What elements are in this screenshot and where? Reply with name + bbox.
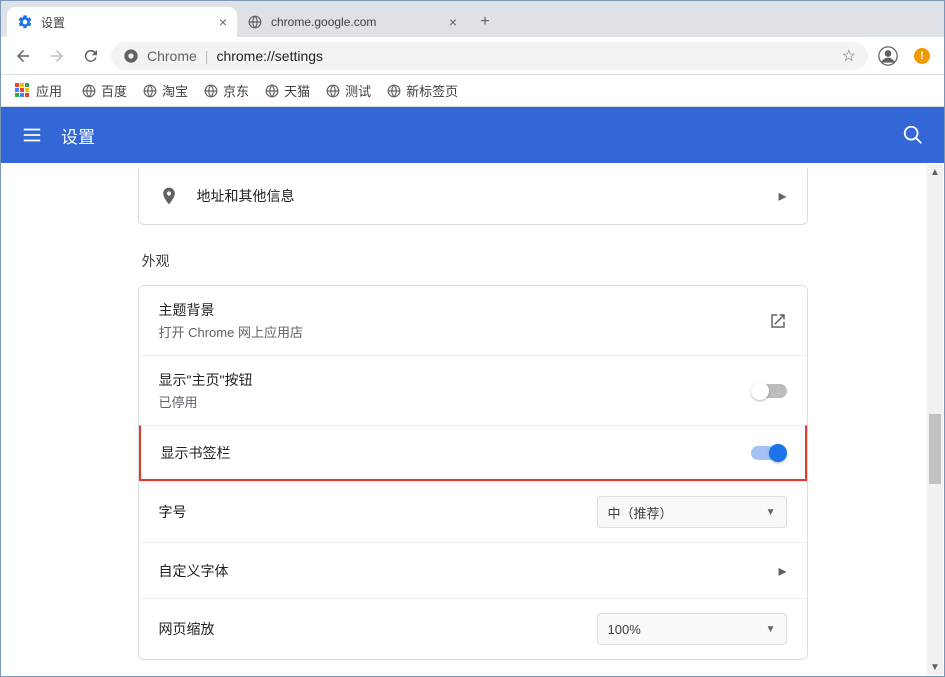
font-size-row: 字号 中（推荐） ▼ [139,481,807,542]
bookmarks-bar: 应用 百度 淘宝 京东 天猫 测试 新标签页 [1,75,944,107]
custom-fonts-label: 自定义字体 [159,561,779,581]
bookmark-item[interactable]: 淘宝 [137,78,194,103]
home-button-toggle[interactable] [753,384,787,398]
globe-icon [265,84,279,98]
caret-down-icon: ▼ [766,507,776,518]
font-size-value: 中（推荐） [608,503,673,522]
address-bar[interactable]: Chrome | chrome://settings ☆ [111,42,868,70]
page-zoom-label: 网页缩放 [159,619,597,639]
open-external-icon [769,312,787,330]
tab-chrome-webstore[interactable]: chrome.google.com × [237,7,467,37]
bookmark-item[interactable]: 天猫 [259,78,316,103]
theme-sublabel: 打开 Chrome 网上应用店 [159,322,769,341]
scrollbar[interactable]: ▲ ▼ [927,164,943,675]
globe-icon [143,84,157,98]
reload-button[interactable] [77,42,105,70]
new-tab-button[interactable]: + [471,8,499,36]
url-separator: | [205,48,209,64]
scroll-up-icon[interactable]: ▲ [927,164,943,180]
apps-grid-icon [15,83,31,99]
bookmark-label: 新标签页 [406,81,458,100]
bookmark-label: 天猫 [284,81,310,100]
page-zoom-value: 100% [608,622,641,637]
browser-alert-button[interactable]: ! [908,42,936,70]
bookmark-label: 百度 [101,81,127,100]
home-button-row[interactable]: 显示"主页"按钮 已停用 [139,355,807,425]
url-path: chrome://settings [216,48,323,64]
settings-content: ▲ ▼ 地址和其他信息 ▸ 外观 主题背景 打开 Chrome 网上应用店 [2,164,943,675]
chrome-icon [123,48,139,64]
font-size-label: 字号 [159,502,597,522]
page-zoom-row: 网页缩放 100% ▼ [139,598,807,659]
home-button-sublabel: 已停用 [159,392,753,411]
tab-settings[interactable]: 设置 × [7,7,237,37]
globe-icon [247,14,263,30]
appearance-card: 主题背景 打开 Chrome 网上应用店 显示"主页"按钮 已停用 显示书签栏 [138,285,808,660]
chevron-right-icon: ▸ [778,186,786,206]
font-size-select[interactable]: 中（推荐） ▼ [597,496,787,528]
bookmark-item[interactable]: 测试 [320,78,377,103]
browser-toolbar: Chrome | chrome://settings ☆ ! [1,37,944,75]
scrollbar-thumb[interactable] [929,414,941,484]
show-bookmarks-bar-row[interactable]: 显示书签栏 [139,425,807,481]
bookmark-item[interactable]: 京东 [198,78,255,103]
globe-icon [326,84,340,98]
addresses-card: 地址和其他信息 ▸ [138,168,808,225]
bookmark-label: 京东 [223,81,249,100]
bookmark-item[interactable]: 百度 [76,78,133,103]
show-bookmarks-bar-toggle[interactable] [751,446,785,460]
addresses-row[interactable]: 地址和其他信息 ▸ [139,168,807,224]
back-button[interactable] [9,42,37,70]
forward-button[interactable] [43,42,71,70]
globe-icon [204,84,218,98]
tab-label: 设置 [41,14,65,31]
theme-row[interactable]: 主题背景 打开 Chrome 网上应用店 [139,286,807,355]
bookmark-label: 测试 [345,81,371,100]
alert-badge-icon: ! [914,48,930,64]
page-zoom-select[interactable]: 100% ▼ [597,613,787,645]
tab-label: chrome.google.com [271,15,376,29]
globe-icon [82,84,96,98]
location-pin-icon [159,186,179,206]
tab-strip: 设置 × chrome.google.com × + [1,1,944,37]
scroll-down-icon[interactable]: ▼ [927,659,943,675]
custom-fonts-row[interactable]: 自定义字体 ▸ [139,542,807,598]
caret-down-icon: ▼ [766,624,776,635]
apps-shortcut[interactable]: 应用 [9,78,68,103]
section-appearance-title: 外观 [142,251,804,271]
search-icon[interactable] [902,124,924,146]
apps-label: 应用 [36,81,62,100]
menu-icon[interactable] [21,124,43,146]
bookmark-item[interactable]: 新标签页 [381,78,464,103]
chevron-right-icon: ▸ [778,561,786,581]
bookmark-star-icon[interactable]: ☆ [842,46,856,66]
theme-label: 主题背景 [159,300,769,320]
addresses-label: 地址和其他信息 [197,186,779,206]
home-button-label: 显示"主页"按钮 [159,370,753,390]
settings-header: 设置 [1,107,944,163]
settings-title: 设置 [61,123,95,148]
globe-icon [387,84,401,98]
tab-close-icon[interactable]: × [219,14,227,30]
bookmark-label: 淘宝 [162,81,188,100]
show-bookmarks-bar-label: 显示书签栏 [161,443,751,463]
tab-close-icon[interactable]: × [449,14,457,30]
profile-avatar-button[interactable] [874,42,902,70]
url-scheme-label: Chrome [147,48,197,64]
gear-icon [17,14,33,30]
